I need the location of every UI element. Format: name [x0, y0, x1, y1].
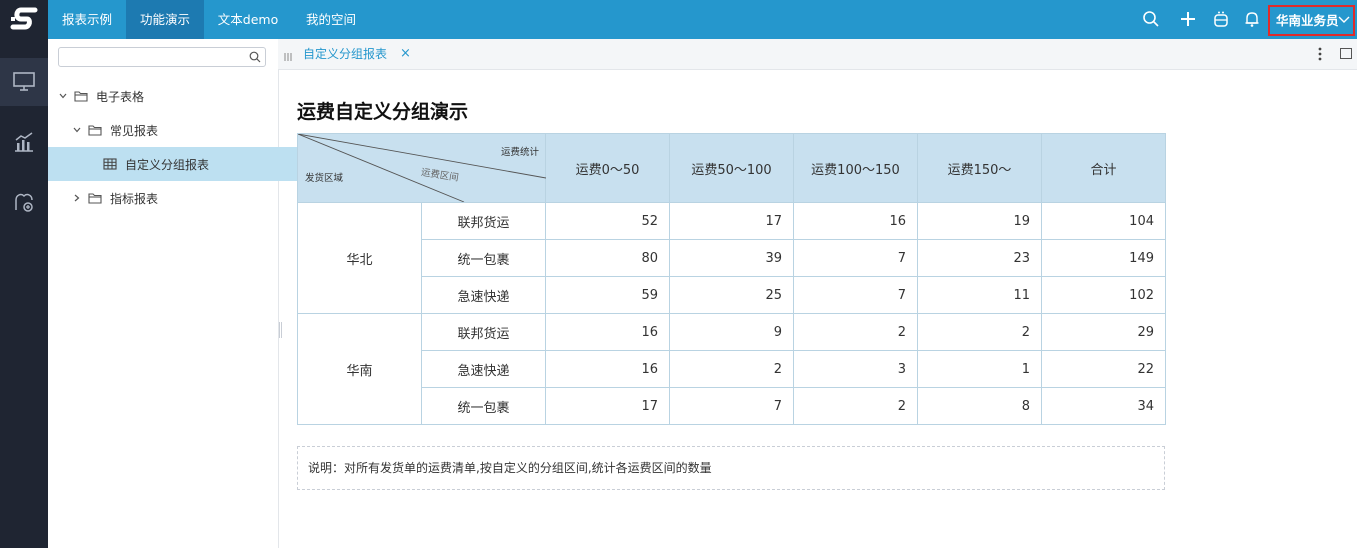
- value-cell: 23: [917, 239, 1042, 277]
- value-cell: 7: [793, 239, 918, 277]
- total-cell: 29: [1041, 313, 1166, 351]
- column-header: 运费0～50: [545, 133, 670, 203]
- tree-node-label: 指标报表: [110, 191, 159, 206]
- tree-node-spreadsheet[interactable]: 电子表格: [48, 79, 288, 113]
- report-note: 说明：对所有发货单的运费清单,按自定义的分组区间,统计各运费区间的数量: [297, 446, 1165, 490]
- monitor-icon[interactable]: [0, 58, 48, 106]
- region-cell: 华北: [297, 202, 422, 314]
- carrier-cell: 急速快递: [421, 350, 546, 388]
- nav-item-text-demo[interactable]: 文本demo: [204, 0, 292, 39]
- more-vertical-icon[interactable]: [1318, 47, 1322, 64]
- nav-item-feature-demo[interactable]: 功能演示: [126, 0, 204, 39]
- tab-custom-group-report[interactable]: 自定义分组报表: [303, 39, 387, 69]
- total-cell: 102: [1041, 276, 1166, 314]
- table-row: 华南 联邦货运 16 9 2 2 29: [297, 313, 1166, 425]
- region-cell: 华南: [297, 313, 422, 425]
- tab-close-button[interactable]: ×: [400, 39, 411, 69]
- chevron-down-icon: [1338, 16, 1350, 23]
- chevron-right-icon[interactable]: [72, 193, 82, 203]
- column-header: 运费150～: [917, 133, 1042, 203]
- value-cell: 7: [669, 387, 794, 425]
- nav-item-my-space[interactable]: 我的空间: [292, 0, 370, 39]
- value-cell: 17: [545, 387, 670, 425]
- value-cell: 8: [917, 387, 1042, 425]
- corner-label-freight-stat: 运费统计: [500, 147, 539, 158]
- tree-search-box: [58, 47, 266, 67]
- table-row: 统一包裹 80 39 7 23 149: [298, 239, 1166, 277]
- table-row: 急速快递 59 25 7 11 102: [298, 276, 1166, 314]
- value-cell: 2: [669, 350, 794, 388]
- table-row: 急速快递 16 2 3 1 22: [298, 350, 1166, 388]
- table-icon: [103, 158, 117, 170]
- folder-icon: [88, 124, 102, 136]
- corner-label-ship-region: 发货区域: [305, 173, 344, 184]
- user-name: 华南业务员: [1276, 13, 1339, 28]
- report-table: 运费统计 运费区间 发货区域 运费0～50 运费50～100 运费100～150…: [297, 133, 1166, 425]
- chart-icon[interactable]: [0, 118, 48, 166]
- tree-node-label: 电子表格: [96, 89, 145, 104]
- value-cell: 2: [793, 313, 918, 351]
- value-cell: 25: [669, 276, 794, 314]
- carrier-cell: 统一包裹: [421, 387, 546, 425]
- value-cell: 3: [793, 350, 918, 388]
- value-cell: 80: [545, 239, 670, 277]
- report-title: 运费自定义分组演示: [297, 101, 469, 123]
- value-cell: 17: [669, 202, 794, 240]
- table-row: 统一包裹 17 7 2 8 34: [298, 387, 1166, 425]
- value-cell: 39: [669, 239, 794, 277]
- value-cell: 16: [793, 202, 918, 240]
- add-icon[interactable]: [1178, 9, 1198, 29]
- column-header: 合计: [1041, 133, 1166, 203]
- carrier-cell: 统一包裹: [421, 239, 546, 277]
- value-cell: 11: [917, 276, 1042, 314]
- value-cell: 7: [793, 276, 918, 314]
- search-icon[interactable]: [249, 51, 261, 63]
- tree-node-common-reports[interactable]: 常见报表: [48, 113, 302, 147]
- carrier-cell: 急速快递: [421, 276, 546, 314]
- chevron-down-icon[interactable]: [58, 91, 68, 101]
- left-rail: [0, 0, 48, 548]
- value-cell: 16: [545, 313, 670, 351]
- table-row: 华北 联邦货运 52 17 16 19 104: [297, 202, 1166, 314]
- table-corner-header: 运费统计 运费区间 发货区域: [297, 133, 546, 203]
- value-cell: 2: [917, 313, 1042, 351]
- value-cell: 19: [917, 202, 1042, 240]
- tree-node-label: 常见报表: [110, 123, 159, 138]
- tree-node-custom-group-report[interactable]: 自定义分组报表: [48, 147, 333, 181]
- analysis-icon[interactable]: [0, 178, 48, 226]
- tree-node-label: 自定义分组报表: [125, 157, 210, 172]
- folder-icon: [88, 192, 102, 204]
- total-cell: 104: [1041, 202, 1166, 240]
- search-icon[interactable]: [1141, 9, 1161, 29]
- carrier-cell: 联邦货运: [421, 202, 546, 240]
- top-nav-bar: 报表示例 功能演示 文本demo 我的空间 华南业务员: [48, 0, 1357, 39]
- bell-icon[interactable]: [1242, 9, 1262, 29]
- value-cell: 52: [545, 202, 670, 240]
- nav-item-report-examples[interactable]: 报表示例: [48, 0, 126, 39]
- panel-splitter-handle[interactable]: [279, 322, 282, 338]
- value-cell: 2: [793, 387, 918, 425]
- tab-bar: 自定义分组报表 ×: [278, 39, 1357, 70]
- tree-node-metric-reports[interactable]: 指标报表: [48, 181, 302, 215]
- folder-icon: [74, 90, 88, 102]
- total-cell: 34: [1041, 387, 1166, 425]
- report-tree-panel: 电子表格 常见报表 自定义分组报表 指标报表: [48, 39, 333, 548]
- total-cell: 22: [1041, 350, 1166, 388]
- tree-search-input[interactable]: [63, 49, 243, 65]
- user-menu[interactable]: 华南业务员: [1268, 5, 1355, 36]
- column-header: 运费100～150: [793, 133, 918, 203]
- total-cell: 149: [1041, 239, 1166, 277]
- value-cell: 59: [545, 276, 670, 314]
- value-cell: 1: [917, 350, 1042, 388]
- value-cell: 9: [669, 313, 794, 351]
- robot-icon[interactable]: [1211, 9, 1231, 29]
- maximize-icon[interactable]: [1340, 48, 1352, 59]
- grip-icon[interactable]: [284, 50, 292, 64]
- logo-icon[interactable]: [0, 0, 48, 39]
- column-header: 运费50～100: [669, 133, 794, 203]
- value-cell: 16: [545, 350, 670, 388]
- carrier-cell: 联邦货运: [421, 313, 546, 351]
- chevron-down-icon[interactable]: [72, 125, 82, 135]
